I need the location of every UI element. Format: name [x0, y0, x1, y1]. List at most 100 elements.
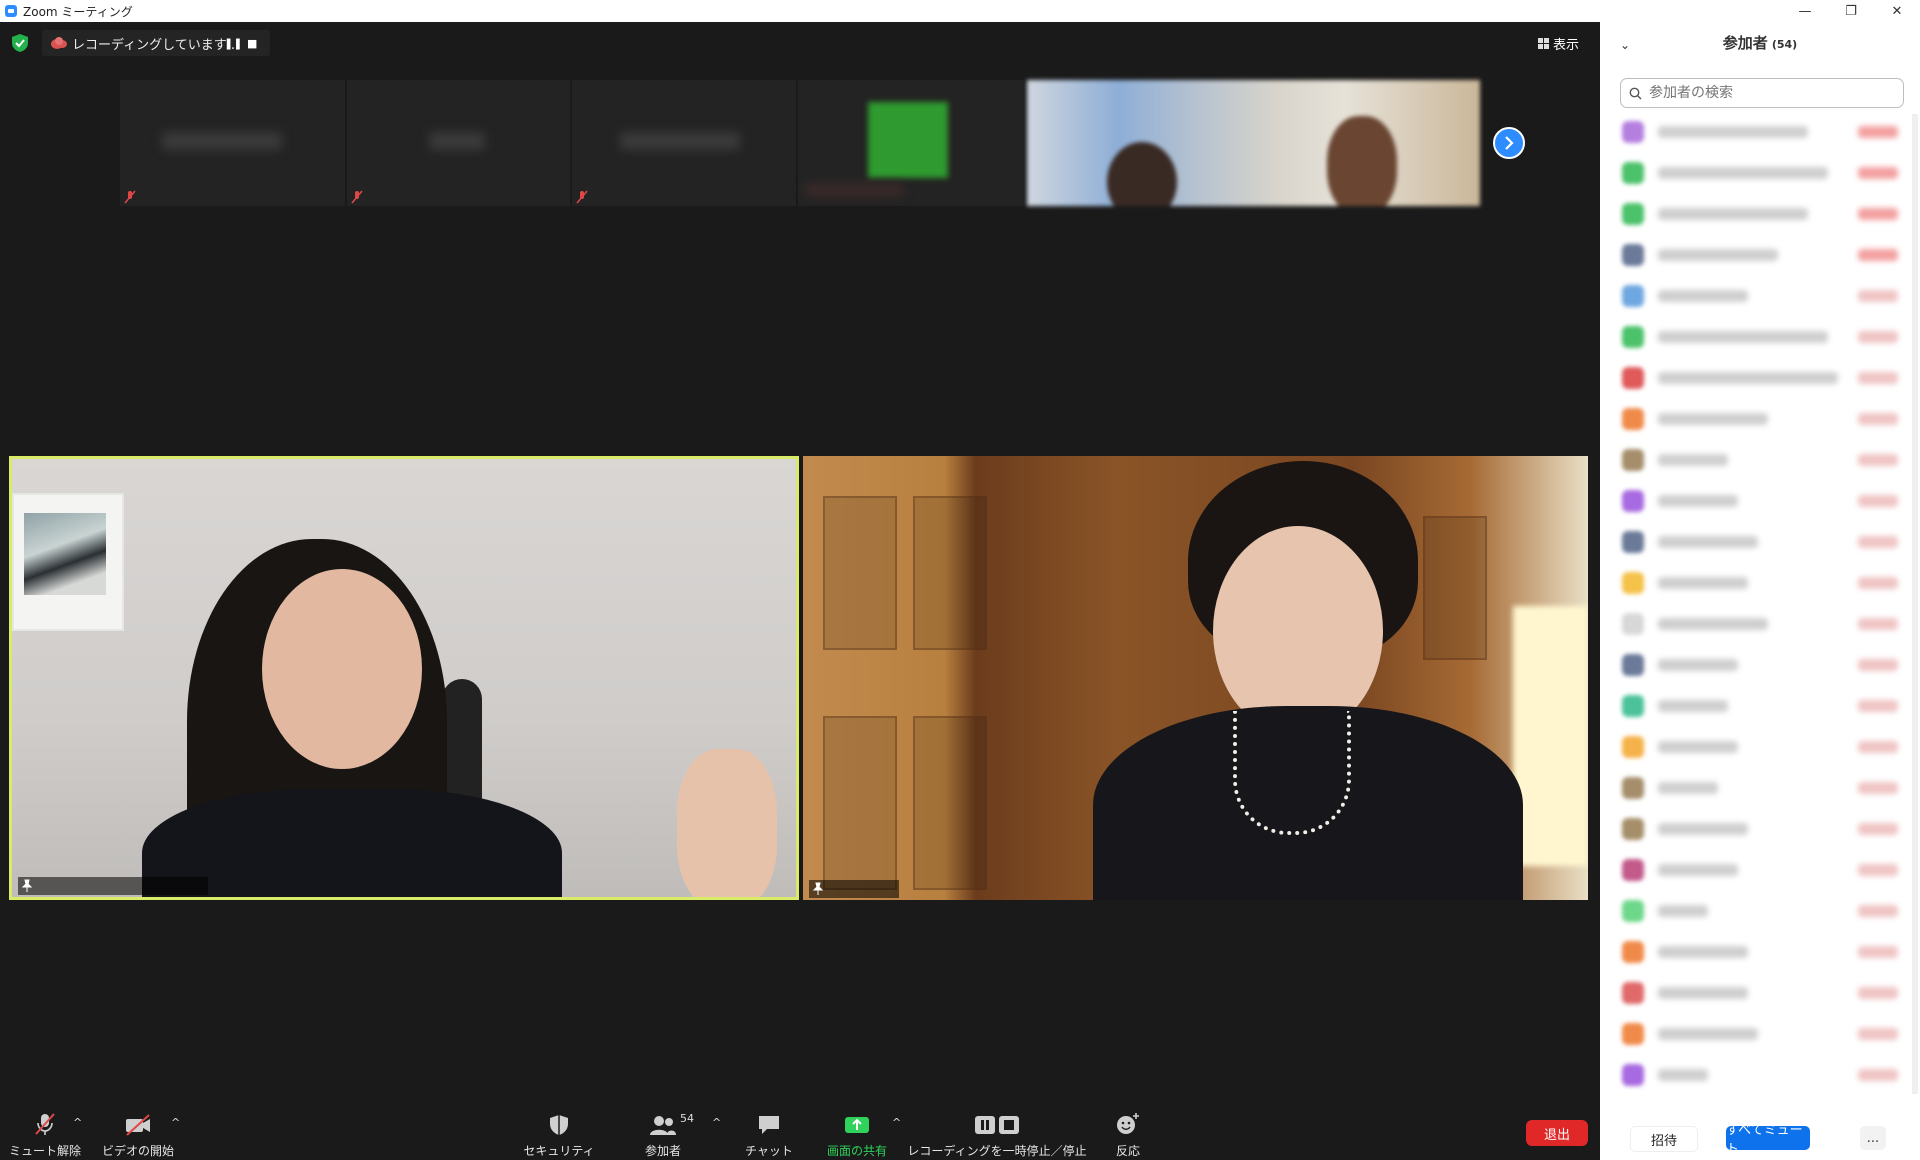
participant-row[interactable]: [1600, 278, 1920, 316]
participant-status-blurred: [1858, 208, 1898, 220]
participant-status-blurred: [1858, 946, 1898, 958]
invite-button[interactable]: 招待: [1630, 1126, 1698, 1152]
recording-control-label: レコーディングを一時停止／停止: [907, 1144, 1087, 1158]
meeting-area: レコーディングしています... ❚❚ ■ 表示: [0, 22, 1600, 1160]
participant-row[interactable]: [1600, 524, 1920, 562]
participant-name-blurred: [429, 132, 485, 150]
participant-name-blurred: [1658, 536, 1758, 548]
participant-name-blurred: [1658, 1069, 1708, 1081]
participant-avatar: [1622, 982, 1644, 1004]
participant-video[interactable]: [803, 456, 1588, 900]
stop-recording-icon[interactable]: ■: [247, 37, 257, 50]
participant-name-blurred: [1658, 782, 1718, 794]
participant-row[interactable]: [1600, 319, 1920, 357]
participant-row[interactable]: [1600, 1057, 1920, 1095]
participant-name-blurred: [1658, 290, 1748, 302]
participant-name-blurred: [1658, 987, 1748, 999]
participant-thumbnail[interactable]: [798, 80, 1023, 206]
participants-icon: [650, 1116, 676, 1135]
search-icon: [1629, 87, 1642, 99]
participant-row[interactable]: [1600, 1016, 1920, 1054]
participant-row[interactable]: [1600, 975, 1920, 1013]
participant-row[interactable]: [1600, 565, 1920, 603]
video-name-tag: [18, 877, 208, 895]
participant-thumbnail[interactable]: [572, 80, 796, 206]
share-screen-button[interactable]: 画面の共有: [822, 1082, 892, 1160]
pause-recording-icon[interactable]: ❚❚: [224, 37, 242, 50]
participant-row[interactable]: [1600, 483, 1920, 521]
participant-name-blurred: [1658, 577, 1748, 589]
share-options-caret[interactable]: ^: [892, 1116, 901, 1129]
participant-row[interactable]: [1600, 442, 1920, 480]
chat-button[interactable]: チャット: [744, 1082, 794, 1160]
minimize-button[interactable]: —: [1782, 0, 1828, 22]
video-name-tag: [809, 880, 899, 898]
participant-row[interactable]: [1600, 770, 1920, 808]
participant-name-blurred: [1658, 700, 1728, 712]
participant-avatar: [1622, 654, 1644, 676]
window-title: Zoom ミーティング: [23, 4, 133, 19]
participant-row[interactable]: [1600, 852, 1920, 890]
participant-status-blurred: [1858, 618, 1898, 630]
participant-row[interactable]: [1600, 729, 1920, 767]
unmute-button[interactable]: ミュート解除: [8, 1082, 82, 1160]
more-options-button[interactable]: ...: [1860, 1126, 1886, 1150]
participants-options-caret[interactable]: ^: [712, 1116, 721, 1129]
recording-control-button[interactable]: レコーディングを一時停止／停止: [907, 1082, 1087, 1160]
close-button[interactable]: ✕: [1874, 0, 1920, 22]
participant-row[interactable]: [1600, 688, 1920, 726]
participant-status-blurred: [1858, 577, 1898, 589]
participant-row[interactable]: [1600, 237, 1920, 275]
active-speaker-video[interactable]: [9, 456, 799, 900]
participant-video-thumbnail[interactable]: [1027, 80, 1480, 206]
participant-row[interactable]: [1600, 893, 1920, 931]
title-bar: Zoom ミーティング — ❐ ✕: [0, 0, 1920, 22]
participant-row[interactable]: [1600, 811, 1920, 849]
participant-row[interactable]: [1600, 360, 1920, 398]
participant-status-blurred: [1858, 905, 1898, 917]
participant-name-blurred: [1658, 372, 1838, 384]
video-off-icon: [126, 1114, 150, 1136]
participant-list[interactable]: [1600, 114, 1920, 1110]
panel-title-text: 参加者: [1722, 34, 1768, 52]
restore-button[interactable]: ❐: [1828, 0, 1874, 22]
participant-row[interactable]: [1600, 606, 1920, 644]
speaker-face: [262, 569, 422, 769]
cloud-record-icon: [51, 37, 67, 49]
participant-row[interactable]: [1600, 114, 1920, 152]
muted-mic-icon: [351, 190, 363, 204]
leave-meeting-button[interactable]: 退出: [1526, 1120, 1588, 1146]
participant-search-box[interactable]: [1620, 78, 1904, 108]
participant-search-input[interactable]: [1647, 84, 1891, 102]
participant-avatar: [1622, 818, 1644, 840]
participant-status-blurred: [1858, 413, 1898, 425]
participant-thumbnail[interactable]: [120, 80, 345, 206]
participant-name-blurred: [1658, 659, 1738, 671]
participant-name-blurred: [1658, 823, 1748, 835]
participant-status-blurred: [1858, 823, 1898, 835]
participant-name-blurred: [1658, 413, 1768, 425]
participant-thumbnail[interactable]: [347, 80, 570, 206]
panel-title: 参加者 (54): [1600, 32, 1920, 53]
participant-row[interactable]: [1600, 155, 1920, 193]
participant-avatar: [1622, 859, 1644, 881]
view-button[interactable]: 表示: [1538, 32, 1579, 54]
video-options-caret[interactable]: ^: [171, 1116, 180, 1129]
next-page-button[interactable]: [1493, 127, 1525, 159]
reactions-button[interactable]: 反応: [1106, 1082, 1150, 1160]
mute-all-button[interactable]: すべてミュート: [1726, 1123, 1810, 1157]
participant-list-scrollbar[interactable]: [1912, 114, 1918, 1094]
participant-row[interactable]: [1600, 196, 1920, 234]
security-button[interactable]: セキュリティ: [523, 1082, 595, 1160]
start-video-button[interactable]: ビデオの開始: [100, 1082, 176, 1160]
participant-row[interactable]: [1600, 934, 1920, 972]
encryption-shield-icon[interactable]: [12, 34, 28, 52]
participant-status-blurred: [1858, 1028, 1898, 1040]
audio-options-caret[interactable]: ^: [73, 1116, 82, 1129]
participant-row[interactable]: [1600, 401, 1920, 439]
participant-avatar: [1622, 285, 1644, 307]
chat-bubble-icon: [759, 1116, 779, 1134]
speaker-hand: [677, 749, 777, 897]
participant-row[interactable]: [1600, 647, 1920, 685]
chat-label: チャット: [745, 1144, 793, 1158]
